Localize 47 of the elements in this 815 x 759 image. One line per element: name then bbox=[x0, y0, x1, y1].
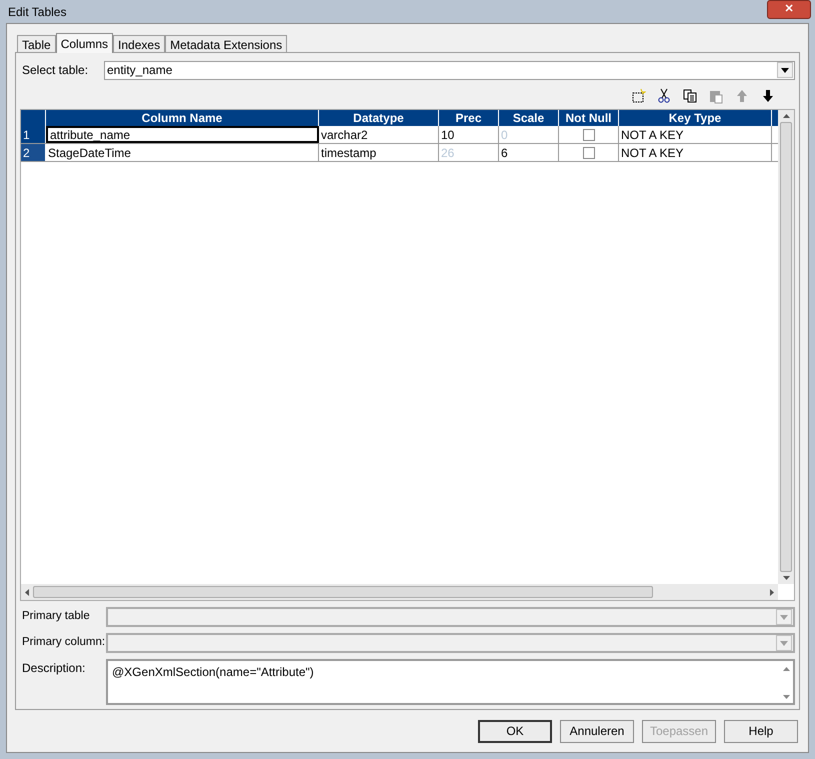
horizontal-scrollbar[interactable] bbox=[21, 584, 778, 600]
tab[interactable]: Table bbox=[17, 35, 56, 52]
dialog-button[interactable]: Annuleren bbox=[560, 720, 634, 742]
down-arrow-icon bbox=[760, 88, 776, 104]
vertical-scrollbar[interactable] bbox=[778, 110, 794, 584]
column-header[interactable]: Key Type bbox=[619, 110, 772, 126]
description-field[interactable]: @XGenXmlSection(name="Attribute") bbox=[106, 659, 795, 705]
scroll-down-icon[interactable] bbox=[782, 695, 790, 699]
dialog-button[interactable]: Help bbox=[724, 720, 798, 742]
scissors-icon bbox=[656, 88, 672, 104]
description-label: Description: bbox=[21, 660, 86, 677]
row-header[interactable]: 2 bbox=[21, 144, 46, 161]
up-arrow-icon bbox=[734, 88, 750, 104]
new-item-icon bbox=[630, 88, 646, 104]
column-header[interactable]: Column Name bbox=[46, 110, 319, 126]
checkbox[interactable] bbox=[582, 128, 594, 140]
table-cell[interactable]: timestamp bbox=[319, 144, 439, 161]
column-header[interactable]: Prec bbox=[439, 110, 499, 126]
scroll-up-icon[interactable] bbox=[782, 667, 790, 671]
tab[interactable]: Columns bbox=[56, 33, 114, 53]
table-cell[interactable]: 10 bbox=[439, 126, 499, 143]
table-cell[interactable]: 6 bbox=[499, 144, 559, 161]
checkbox[interactable] bbox=[582, 146, 594, 158]
table-cell[interactable]: attribute_name bbox=[46, 126, 319, 143]
field-label: Primary column: bbox=[21, 635, 106, 650]
close-button[interactable]: ✕ bbox=[767, 0, 811, 19]
scroll-left-icon[interactable] bbox=[25, 588, 29, 596]
table-cell[interactable]: varchar2 bbox=[319, 126, 439, 143]
column-header[interactable]: Not Null bbox=[559, 110, 619, 126]
table-cell[interactable]: NOT A KEY bbox=[619, 144, 772, 161]
scroll-up-icon[interactable] bbox=[782, 114, 790, 118]
dialog-button[interactable]: OK bbox=[478, 720, 552, 742]
tab[interactable]: Indexes bbox=[113, 35, 166, 52]
select-table-dropdown[interactable]: entity_name bbox=[104, 60, 795, 80]
copy-icon bbox=[682, 88, 698, 104]
column-header[interactable]: Datatype bbox=[319, 110, 439, 126]
tab[interactable]: Metadata Extensions bbox=[165, 35, 288, 52]
scroll-right-icon[interactable] bbox=[770, 588, 774, 596]
scroll-down-icon[interactable] bbox=[782, 576, 790, 580]
table-cell[interactable]: NOT A KEY bbox=[619, 126, 772, 143]
window-title: Edit Tables bbox=[8, 4, 66, 20]
column-header[interactable]: Scale bbox=[499, 110, 559, 126]
row-header[interactable]: 1 bbox=[21, 126, 46, 143]
paste-icon bbox=[708, 88, 724, 104]
select-table-label: Select table: bbox=[21, 62, 90, 79]
table-cell[interactable]: StageDateTime bbox=[46, 144, 319, 161]
field-label: Primary table bbox=[21, 609, 91, 624]
